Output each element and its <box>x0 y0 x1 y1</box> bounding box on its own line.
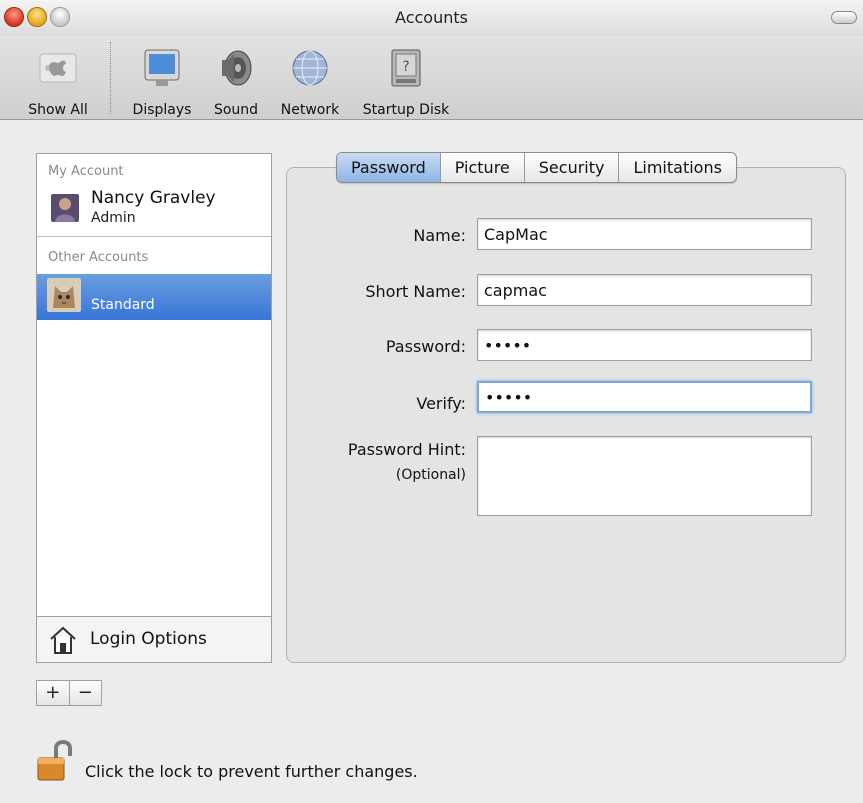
title-bar: Accounts <box>0 0 863 36</box>
network-button[interactable]: Network <box>276 46 344 118</box>
login-options-label: Login Options <box>90 629 207 649</box>
speaker-icon <box>222 50 252 86</box>
password-label: Password: <box>385 337 466 356</box>
accounts-window: Accounts Show All Displays Sound Network… <box>0 0 863 803</box>
account-role: Standard <box>91 297 155 313</box>
tab-security[interactable]: Security <box>523 153 619 182</box>
short-name-label: Short Name: <box>365 282 466 301</box>
sound-label: Sound <box>213 102 259 118</box>
startup-disk-label: Startup Disk <box>362 102 450 118</box>
password-hint-optional-label: (Optional) <box>395 467 466 483</box>
tab-picture[interactable]: Picture <box>439 153 524 182</box>
toolbar-toggle-button[interactable] <box>831 11 857 24</box>
display-icon <box>144 49 180 86</box>
globe-icon <box>292 50 328 86</box>
show-all-button[interactable]: Show All <box>22 46 94 118</box>
lock-message: Click the lock to prevent further change… <box>85 762 418 781</box>
password-hint-label: Password Hint: <box>347 440 466 459</box>
name-field[interactable] <box>477 218 812 250</box>
my-account-heading: My Account <box>48 164 124 179</box>
account-row-standard-selected[interactable]: Standard <box>37 274 271 320</box>
user-avatar <box>51 194 79 222</box>
accounts-list: My Account Nancy Gravley Admin Other Acc… <box>36 153 272 663</box>
disk-icon: ? <box>391 49 421 87</box>
window-title: Accounts <box>395 8 468 27</box>
account-name: Nancy Gravley <box>91 188 216 208</box>
section-divider <box>37 236 271 237</box>
account-role: Admin <box>91 210 136 226</box>
toolbar-separator <box>110 42 111 114</box>
toolbar: Show All Displays Sound Network ? Startu… <box>0 36 863 120</box>
tab-password[interactable]: Password <box>337 153 440 182</box>
name-label: Name: <box>413 226 466 245</box>
cat-avatar <box>47 278 81 312</box>
startup-disk-button[interactable]: ? Startup Disk <box>356 46 456 118</box>
add-remove-group: + − <box>36 680 102 706</box>
apple-grid-icon <box>39 53 77 83</box>
show-all-label: Show All <box>28 102 88 118</box>
password-hint-field[interactable] <box>477 436 812 516</box>
network-label: Network <box>280 102 340 118</box>
password-field[interactable] <box>477 329 812 361</box>
short-name-field[interactable] <box>477 274 812 306</box>
add-account-button[interactable]: + <box>37 681 69 705</box>
sound-button[interactable]: Sound <box>206 46 266 118</box>
house-icon <box>50 626 76 654</box>
verify-field[interactable] <box>477 381 812 413</box>
tab-limitations[interactable]: Limitations <box>618 153 735 182</box>
displays-label: Displays <box>132 102 192 118</box>
other-accounts-heading: Other Accounts <box>48 250 149 265</box>
svg-text:?: ? <box>402 59 409 75</box>
displays-button[interactable]: Displays <box>128 46 196 118</box>
account-row-nancy-gravley[interactable]: Nancy Gravley Admin <box>37 186 271 232</box>
verify-label: Verify: <box>416 394 466 413</box>
unlocked-padlock-icon[interactable] <box>36 738 76 784</box>
tab-bar: Password Picture Security Limitations <box>336 152 737 183</box>
remove-account-button[interactable]: − <box>68 681 102 705</box>
login-options-button[interactable]: Login Options <box>37 616 271 662</box>
